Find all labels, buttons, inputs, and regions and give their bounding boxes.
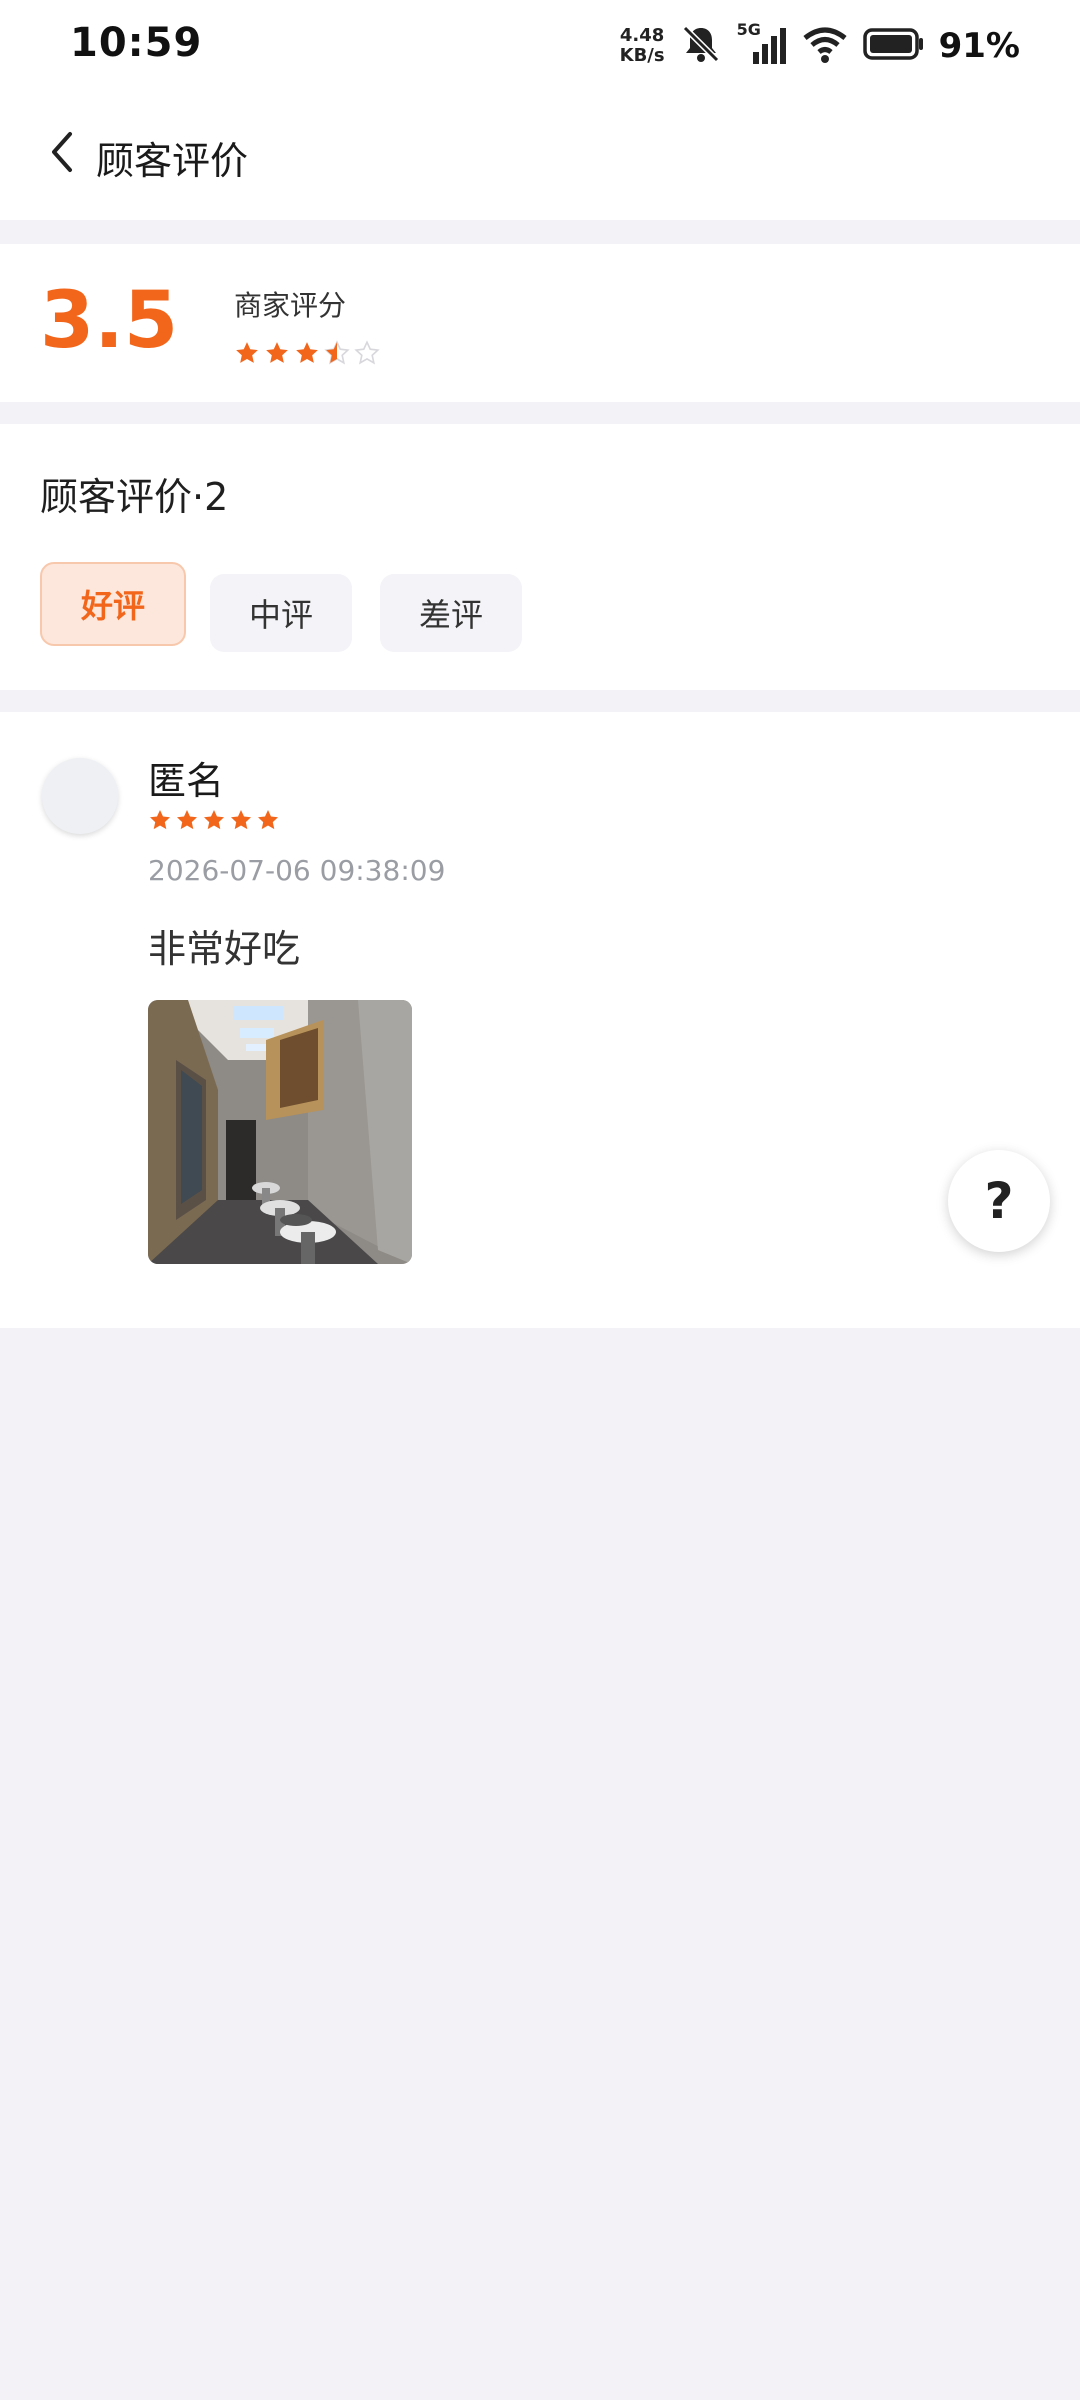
chevron-left-icon — [44, 128, 80, 180]
star-icon — [294, 340, 320, 370]
page-title: 顾客评价 — [96, 139, 249, 183]
star-icon — [175, 808, 199, 836]
mute-bell-icon — [679, 22, 723, 70]
status-bar: 10:59 4.48 KB/s 5G 91% — [0, 0, 1080, 92]
review-photo[interactable] — [148, 1000, 412, 1264]
star-icon — [234, 340, 260, 370]
review-text: 非常好吃 — [148, 927, 301, 971]
star-icon — [202, 808, 226, 836]
status-indicators: 4.48 KB/s 5G 91% — [620, 18, 1020, 74]
status-time: 10:59 — [70, 20, 203, 66]
reviews-header-section: 顾客评价·2 好评 中评 差评 — [0, 424, 1080, 690]
battery-icon — [862, 26, 925, 66]
network-speed-unit: KB/s — [619, 45, 665, 66]
half-star-icon — [324, 340, 350, 370]
star-icon — [148, 808, 172, 836]
star-icon — [264, 340, 290, 370]
review-star-rating — [148, 808, 280, 836]
rating-score: 3.5 — [40, 276, 179, 366]
tab-neutral-reviews[interactable]: 中评 — [210, 574, 352, 652]
star-icon — [256, 808, 280, 836]
review-date: 2026-07-06 09:38:09 — [148, 854, 446, 887]
wifi-icon — [801, 22, 849, 70]
reviews-title: 顾客评价·2 — [40, 475, 229, 519]
back-button[interactable] — [30, 122, 94, 186]
empty-star-icon — [354, 340, 380, 370]
merchant-rating-card: 3.5 商家评分 — [0, 244, 1080, 402]
network-speed: 4.48 KB/s — [620, 26, 665, 66]
signal-icon: 5G — [737, 20, 787, 68]
reviewer-name: 匿名 — [148, 759, 225, 803]
network-speed-value: 4.48 — [619, 25, 665, 46]
help-button[interactable]: ? — [948, 1150, 1050, 1252]
tab-positive-reviews[interactable]: 好评 — [40, 562, 186, 646]
merchant-star-rating — [234, 340, 380, 370]
star-icon — [229, 808, 253, 836]
battery-percentage: 91% — [938, 26, 1020, 66]
merchant-rating-label: 商家评分 — [234, 289, 347, 322]
navigation-bar: 顾客评价 — [0, 92, 1080, 220]
review-list: 匿名 2026-07-06 09:38:09 非常好吃 — [0, 712, 1080, 1328]
avatar — [42, 758, 118, 834]
tab-negative-reviews[interactable]: 差评 — [380, 574, 522, 652]
